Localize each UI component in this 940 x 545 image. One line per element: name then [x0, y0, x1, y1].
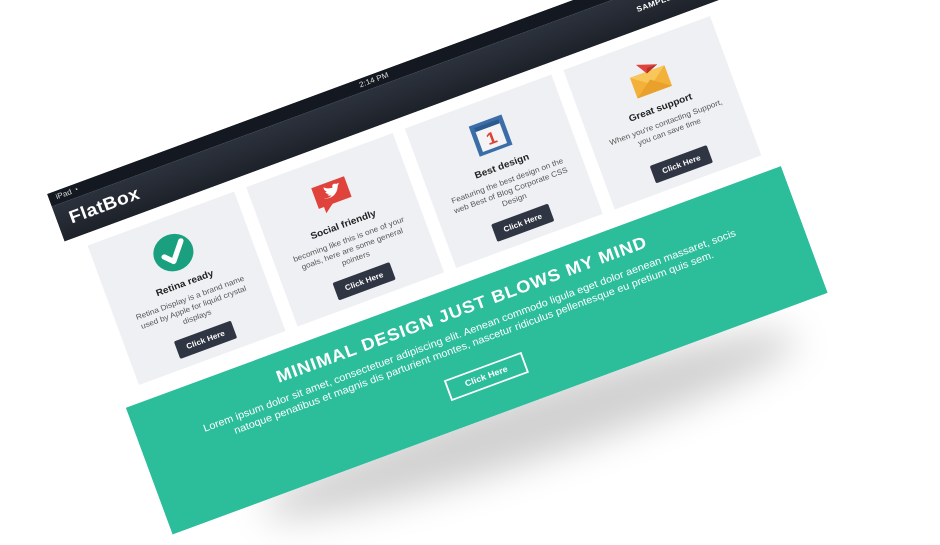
- paper-plane-envelope-icon: [629, 64, 673, 99]
- tablet-mockup: iPad ◔ 2:14 PM FlatBox SAMPLE PAGE Retin…: [0, 0, 940, 535]
- tablet-screen: iPad ◔ 2:14 PM FlatBox SAMPLE PAGE Retin…: [47, 0, 828, 535]
- card-button-support[interactable]: Click Here: [649, 145, 713, 184]
- twitter-bird-icon: [311, 176, 352, 214]
- calendar-icon: 1: [468, 114, 513, 157]
- hero-button[interactable]: Click Here: [443, 351, 529, 402]
- wifi-icon: ◔: [72, 184, 80, 195]
- checkmark-icon: [153, 233, 194, 272]
